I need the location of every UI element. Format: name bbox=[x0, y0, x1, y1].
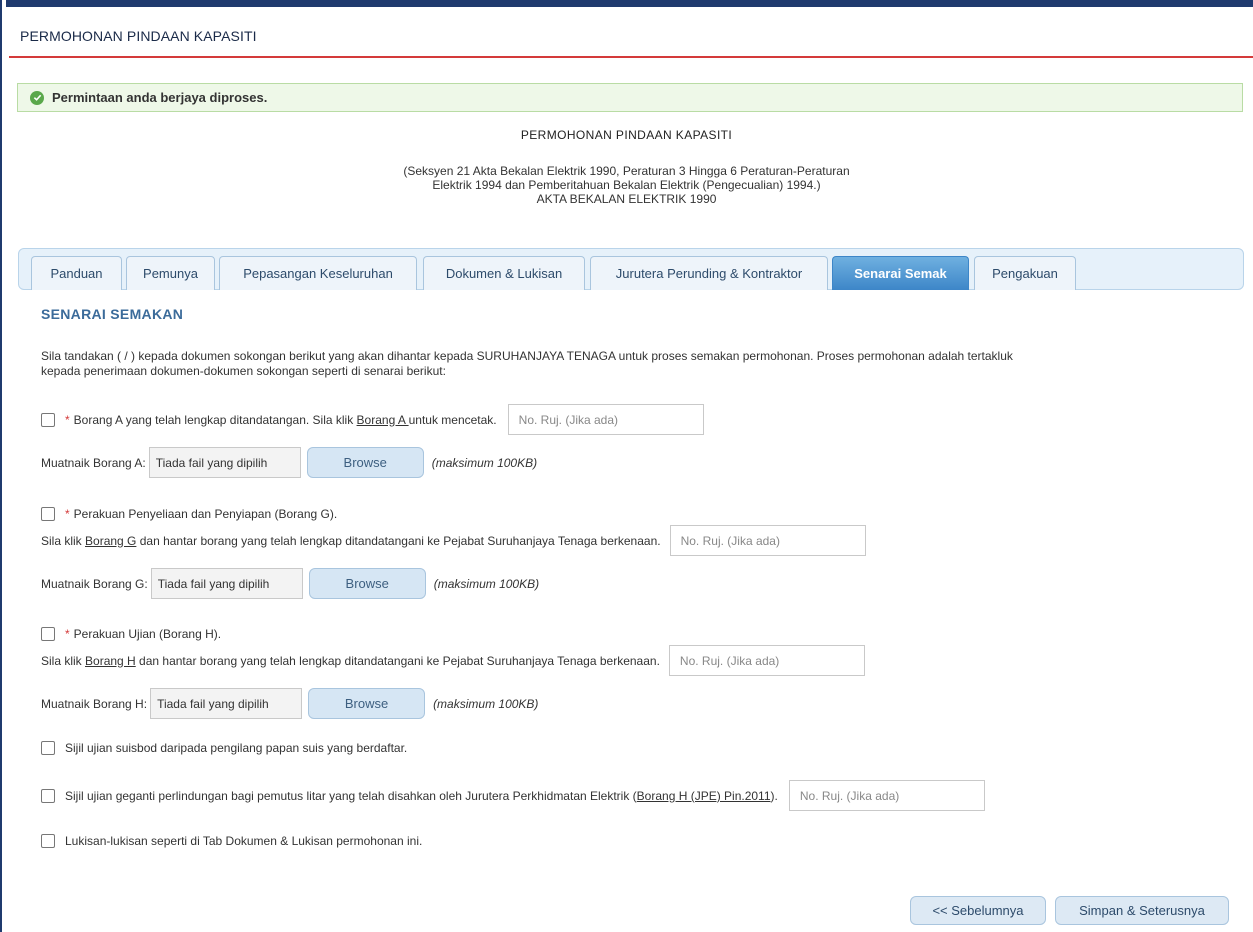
upload-borang-h-label: Muatnaik Borang H: bbox=[41, 696, 148, 711]
tab-jurutera-perunding[interactable]: Jurutera Perunding & Kontraktor bbox=[590, 256, 828, 290]
page-title: PERMOHONAN PINDAAN KAPASITI bbox=[20, 28, 257, 44]
intro-line: Sila tandakan ( / ) kepada dokumen sokon… bbox=[41, 349, 1013, 363]
max-size-hint: (maksimum 100KB) bbox=[433, 576, 540, 591]
checklist-borang-g: * Perakuan Penyeliaan dan Penyiapan (Bor… bbox=[41, 507, 337, 521]
checklist-sijil-suisbod: Sijil ujian suisbod daripada pengilang p… bbox=[41, 741, 407, 755]
sijil-geganti-text-after: ). bbox=[770, 788, 778, 803]
borang-h-browse-button[interactable]: Browse bbox=[308, 688, 426, 719]
alert-message: Permintaan anda berjaya diproses. bbox=[52, 90, 268, 105]
tab-pepasangan-keseluruhan[interactable]: Pepasangan Keseluruhan bbox=[219, 256, 417, 290]
borang-h-ref-input[interactable]: No. Ruj. (Jika ada) bbox=[668, 645, 865, 676]
tab-bar: Panduan Pemunya Pepasangan Keseluruhan D… bbox=[18, 248, 1244, 290]
borang-a-text: Borang A yang telah lengkap ditandatanga… bbox=[73, 412, 357, 427]
tab-dokumen-lukisan[interactable]: Dokumen & Lukisan bbox=[423, 256, 585, 290]
borang-a-checkbox[interactable] bbox=[41, 412, 55, 427]
tab-pemunya[interactable]: Pemunya bbox=[126, 256, 215, 290]
required-mark: * bbox=[65, 507, 70, 521]
borang-a-browse-button[interactable]: Browse bbox=[306, 447, 424, 478]
upload-borang-g: Muatnaik Borang G: Tiada fail yang dipil… bbox=[41, 568, 539, 599]
borang-h-instruction-before: Sila klik bbox=[41, 653, 86, 668]
lukisan-text: Lukisan-lukisan seperti di Tab Dokumen &… bbox=[65, 834, 423, 848]
borang-g-instruction-after: dan hantar borang yang telah lengkap dit… bbox=[136, 533, 661, 548]
borang-h-instruction: Sila klik Borang H dan hantar borang yan… bbox=[41, 645, 865, 676]
upload-borang-g-label: Muatnaik Borang G: bbox=[41, 576, 148, 591]
borang-g-ref-input[interactable]: No. Ruj. (Jika ada) bbox=[669, 525, 866, 556]
borang-g-file-field: Tiada fail yang dipilih bbox=[150, 568, 303, 599]
document-subtitle: (Seksyen 21 Akta Bekalan Elektrik 1990, … bbox=[0, 164, 1253, 206]
borang-g-instruction-before: Sila klik bbox=[41, 533, 86, 548]
checklist-borang-h: * Perakuan Ujian (Borang H). bbox=[41, 627, 221, 641]
checklist-borang-a: * Borang A yang telah lengkap ditandatan… bbox=[41, 404, 704, 435]
max-size-hint: (maksimum 100KB) bbox=[433, 696, 539, 711]
upload-borang-h: Muatnaik Borang H: Tiada fail yang dipil… bbox=[41, 688, 538, 719]
borang-g-browse-button[interactable]: Browse bbox=[308, 568, 426, 599]
borang-g-text: Perakuan Penyeliaan dan Penyiapan (Boran… bbox=[73, 507, 338, 521]
borang-g-instruction: Sila klik Borang G dan hantar borang yan… bbox=[41, 525, 866, 556]
borang-a-ref-input[interactable]: No. Ruj. (Jika ada) bbox=[507, 404, 704, 435]
checklist-sijil-geganti: Sijil ujian geganti perlindungan bagi pe… bbox=[41, 780, 985, 811]
top-accent-bar bbox=[0, 0, 1253, 7]
sijil-geganti-text: Sijil ujian geganti perlindungan bagi pe… bbox=[65, 788, 637, 803]
previous-button[interactable]: << Sebelumnya bbox=[910, 896, 1046, 925]
sijil-suisbod-checkbox[interactable] bbox=[41, 741, 55, 755]
document-title: PERMOHONAN PINDAAN KAPASITI bbox=[520, 128, 733, 142]
header-divider bbox=[9, 56, 1253, 58]
borang-g-link[interactable]: Borang G bbox=[85, 534, 136, 548]
subtitle-line: AKTA BEKALAN ELEKTRIK 1990 bbox=[536, 192, 717, 206]
sijil-suisbod-text: Sijil ujian suisbod daripada pengilang p… bbox=[65, 741, 408, 755]
save-next-button[interactable]: Simpan & Seterusnya bbox=[1055, 896, 1229, 925]
sijil-geganti-checkbox[interactable] bbox=[41, 788, 55, 803]
tab-senarai-semak[interactable]: Senarai Semak bbox=[832, 256, 969, 290]
upload-borang-a: Muatnaik Borang A: Tiada fail yang dipil… bbox=[41, 447, 537, 478]
borang-a-link[interactable]: Borang A bbox=[357, 413, 409, 427]
borang-g-checkbox[interactable] bbox=[41, 507, 55, 521]
lukisan-checkbox[interactable] bbox=[41, 834, 55, 848]
borang-h-checkbox[interactable] bbox=[41, 627, 55, 641]
tab-pengakuan[interactable]: Pengakuan bbox=[974, 256, 1076, 290]
borang-h-instruction-after: dan hantar borang yang telah lengkap dit… bbox=[135, 653, 660, 668]
success-alert: Permintaan anda berjaya diproses. bbox=[17, 83, 1243, 112]
borang-h-jpe-link[interactable]: Borang H (JPE) Pin.2011 bbox=[637, 789, 771, 803]
borang-a-file-field: Tiada fail yang dipilih bbox=[148, 447, 301, 478]
intro-line: kepada penerimaan dokumen-dokumen sokong… bbox=[41, 364, 446, 378]
borang-h-file-field: Tiada fail yang dipilih bbox=[150, 688, 303, 719]
required-mark: * bbox=[65, 412, 70, 427]
max-size-hint: (maksimum 100KB) bbox=[431, 455, 538, 470]
upload-borang-a-label: Muatnaik Borang A: bbox=[41, 455, 146, 470]
required-mark: * bbox=[65, 627, 70, 641]
intro-text: Sila tandakan ( / ) kepada dokumen sokon… bbox=[41, 349, 1241, 379]
subtitle-line: Elektrik 1994 dan Pemberitahuan Bekalan … bbox=[432, 178, 821, 192]
subtitle-line: (Seksyen 21 Akta Bekalan Elektrik 1990, … bbox=[403, 164, 850, 178]
borang-h-text: Perakuan Ujian (Borang H). bbox=[73, 627, 222, 641]
sijil-geganti-ref-input[interactable]: No. Ruj. (Jika ada) bbox=[788, 780, 985, 811]
borang-a-text-after: untuk mencetak. bbox=[408, 412, 497, 427]
checklist-lukisan: Lukisan-lukisan seperti di Tab Dokumen &… bbox=[41, 834, 422, 848]
section-title: SENARAI SEMAKAN bbox=[41, 306, 184, 322]
tab-panduan[interactable]: Panduan bbox=[31, 256, 122, 290]
borang-h-link[interactable]: Borang H bbox=[85, 654, 136, 668]
check-circle-icon bbox=[30, 90, 44, 105]
